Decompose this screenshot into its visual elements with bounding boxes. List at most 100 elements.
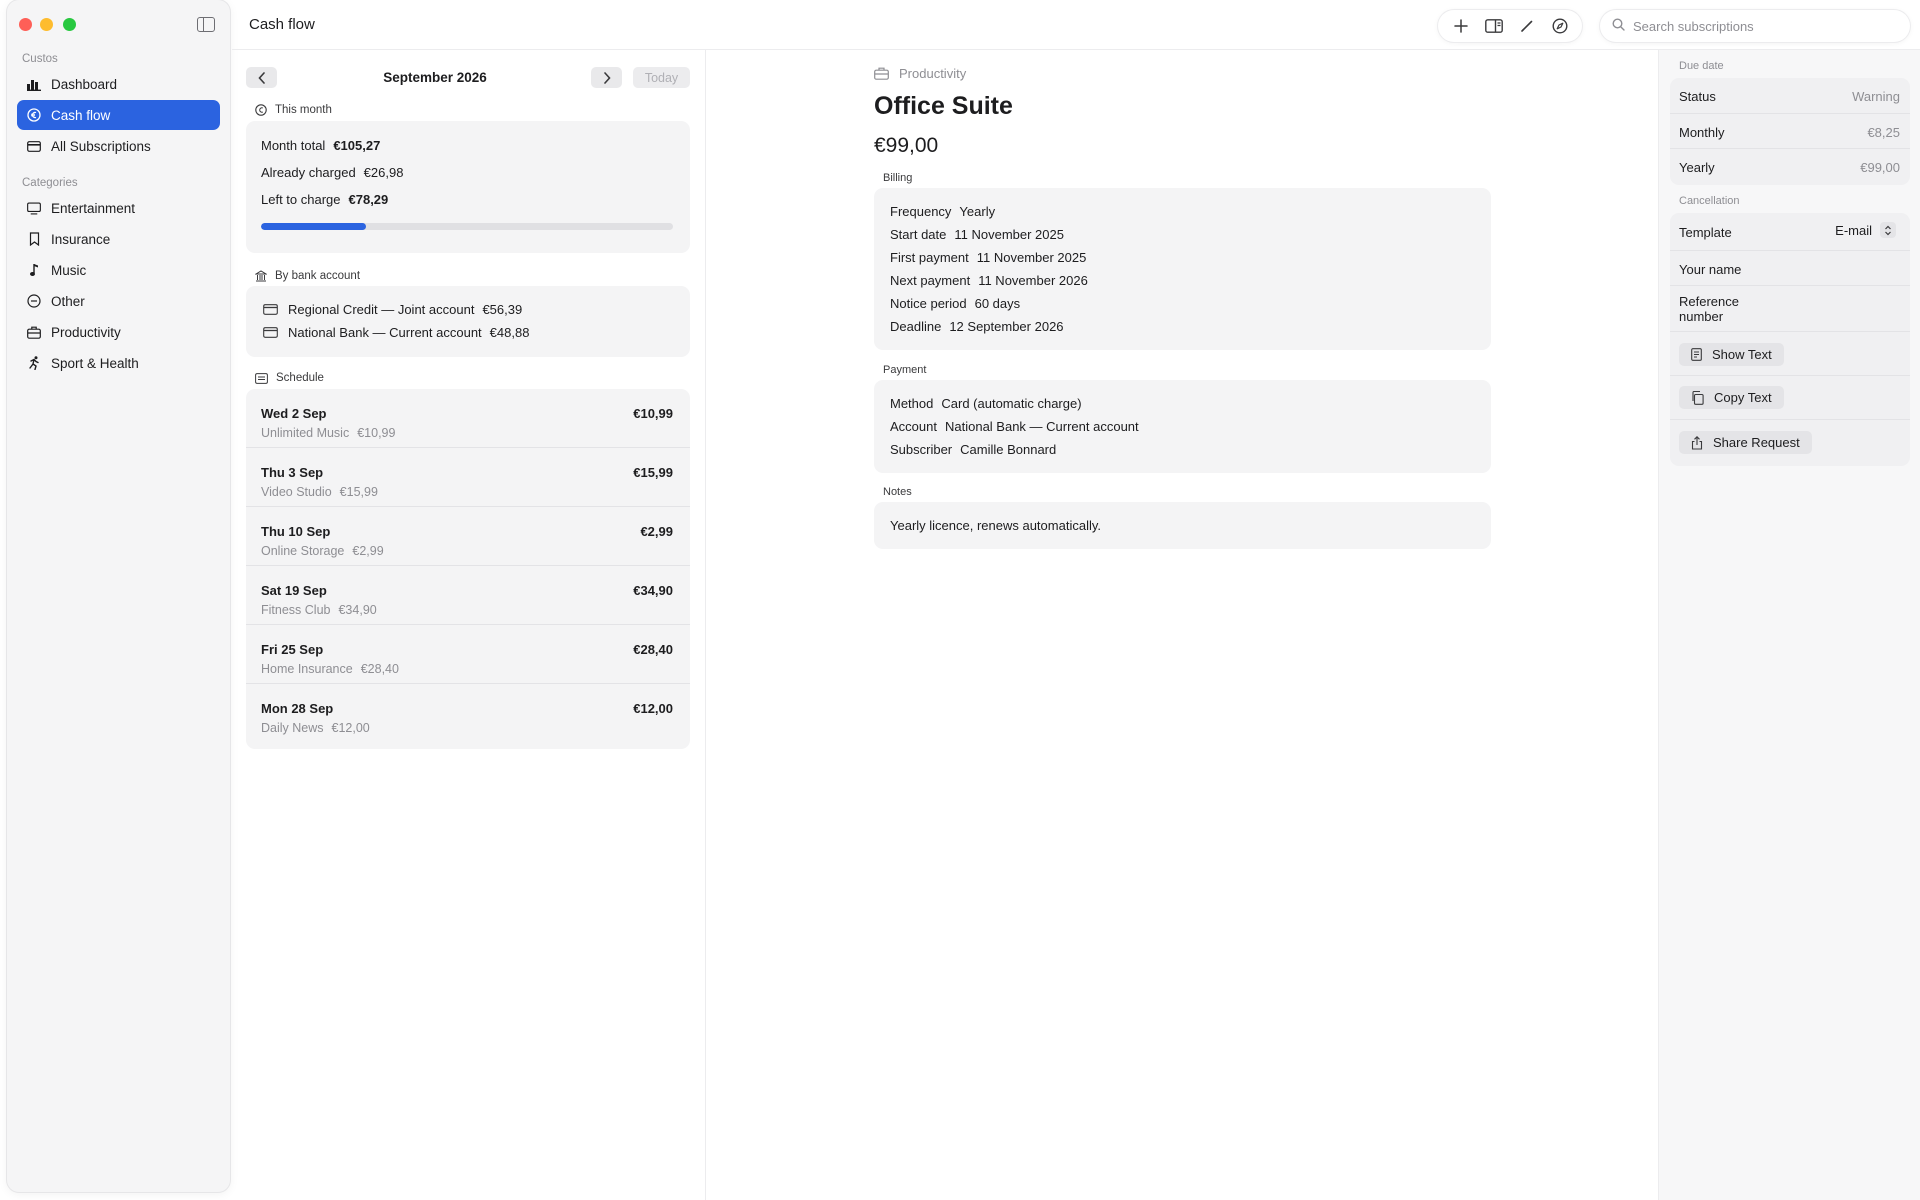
music-note-icon	[27, 263, 41, 277]
due-key: Yearly	[1679, 160, 1715, 175]
bookmark-icon	[27, 232, 41, 246]
notes-heading: Notes	[883, 486, 912, 498]
credit-card-icon	[27, 139, 41, 153]
bank-row[interactable]: National Bank — Current account €48,88	[263, 325, 529, 340]
share-request-button[interactable]: Share Request	[1679, 431, 1812, 454]
sidebar-item-label: Cash flow	[51, 107, 111, 123]
this-month-heading: This month	[255, 104, 332, 116]
minimize-window-button[interactable]	[40, 18, 53, 31]
schedule-row[interactable]: Mon 28 Sep €12,00 Daily News €12,00	[246, 684, 690, 743]
notes-card: Yearly licence, renews automatically.	[874, 502, 1491, 549]
credit-card-icon	[263, 304, 278, 315]
briefcase-icon	[27, 325, 41, 339]
sidebar-toggle-icon[interactable]	[197, 17, 215, 32]
left-to-charge-label: Left to charge	[261, 192, 341, 207]
month-label: September 2026	[383, 70, 487, 85]
sidebar-item-entertainment[interactable]: Entertainment	[17, 193, 220, 223]
billing-row: Next payment 11 November 2026	[890, 273, 1088, 288]
schedule-heading: Schedule	[255, 372, 324, 384]
inspector-toggle-icon[interactable]	[1482, 14, 1506, 38]
sidebar-item-label: Dashboard	[51, 76, 118, 92]
left-to-charge-row: Left to charge €78,29	[261, 192, 388, 207]
your-name-label: Your name	[1679, 262, 1742, 277]
sidebar-item-sport-health[interactable]: Sport & Health	[17, 348, 220, 378]
schedule-sub-name: Home Insurance	[261, 662, 353, 676]
schedule-sub-name: Daily News	[261, 721, 324, 735]
template-value: E-mail	[1835, 222, 1872, 238]
schedule-sub-name: Video Studio	[261, 485, 332, 499]
window-title: Cash flow	[249, 16, 315, 33]
schedule-row[interactable]: Wed 2 Sep €10,99 Unlimited Music €10,99	[246, 389, 690, 448]
detail-category: Productivity	[874, 66, 966, 81]
billing-value: 11 November 2025	[954, 227, 1064, 242]
schedule-date: Wed 2 Sep	[261, 406, 327, 421]
billing-key: Notice period	[890, 296, 967, 311]
schedule-row[interactable]: Thu 3 Sep €15,99 Video Studio €15,99	[246, 448, 690, 507]
due-row-status: Status Warning	[1670, 78, 1910, 114]
search-field[interactable]	[1600, 10, 1910, 42]
your-name-row[interactable]: Your name	[1670, 251, 1910, 286]
month-total-row: Month total €105,27	[261, 138, 380, 153]
schedule-amount: €34,90	[633, 583, 673, 598]
left-to-charge-value: €78,29	[348, 192, 389, 207]
previous-month-button[interactable]	[246, 67, 277, 88]
due-date-card: Status Warning Monthly €8,25 Yearly €99,…	[1670, 78, 1910, 185]
schedule-date: Mon 28 Sep	[261, 701, 334, 716]
search-icon	[1612, 18, 1625, 34]
search-input[interactable]	[1633, 18, 1893, 34]
billing-row: Notice period 60 days	[890, 296, 1020, 311]
schedule-row[interactable]: Thu 10 Sep €2,99 Online Storage €2,99	[246, 507, 690, 566]
compass-icon[interactable]	[1548, 14, 1572, 38]
schedule-card: Wed 2 Sep €10,99 Unlimited Music €10,99 T…	[246, 389, 690, 749]
today-button[interactable]: Today	[633, 67, 690, 88]
sidebar: Custos Dashboard Cash flow All Subscript…	[7, 0, 230, 1192]
sidebar-item-label: Insurance	[51, 231, 111, 247]
sidebar-section-categories: Categories	[22, 177, 78, 189]
schedule-date: Thu 10 Sep	[261, 524, 331, 539]
cancellation-card: Template E-mail Your name Reference numb…	[1670, 213, 1910, 466]
template-select[interactable]: E-mail	[1835, 222, 1896, 238]
next-month-button[interactable]	[591, 67, 622, 88]
payment-row: Account National Bank — Current account	[890, 419, 1139, 434]
schedule-detail: Online Storage €2,99	[261, 544, 384, 558]
close-window-button[interactable]	[19, 18, 32, 31]
template-label: Template	[1679, 225, 1732, 240]
sidebar-item-other[interactable]: Other	[17, 286, 220, 316]
sidebar-item-cash-flow[interactable]: Cash flow	[17, 100, 220, 130]
sidebar-item-label: Other	[51, 293, 85, 309]
already-charged-value: €26,98	[363, 165, 404, 180]
sidebar-item-productivity[interactable]: Productivity	[17, 317, 220, 347]
sidebar-item-music[interactable]: Music	[17, 255, 220, 285]
due-key: Monthly	[1679, 125, 1725, 140]
charged-progress-bar	[261, 223, 673, 230]
sidebar-item-label: Productivity	[51, 324, 121, 340]
bank-row[interactable]: Regional Credit — Joint account €56,39	[263, 302, 522, 317]
already-charged-label: Already charged	[261, 165, 356, 180]
schedule-detail: Video Studio €15,99	[261, 485, 378, 499]
section-label: Schedule	[276, 372, 324, 384]
detail-title: Office Suite	[874, 92, 1013, 120]
schedule-date: Sat 19 Sep	[261, 583, 327, 598]
billing-key: Start date	[890, 227, 947, 242]
payment-key: Subscriber	[890, 442, 953, 457]
show-text-label: Show Text	[1712, 347, 1772, 362]
sidebar-section-custos: Custos	[22, 53, 58, 65]
sidebar-item-dashboard[interactable]: Dashboard	[17, 69, 220, 99]
zoom-window-button[interactable]	[63, 18, 76, 31]
reference-number-row[interactable]: Reference number	[1670, 286, 1910, 332]
add-icon[interactable]	[1449, 14, 1473, 38]
schedule-row[interactable]: Sat 19 Sep €34,90 Fitness Club €34,90	[246, 566, 690, 625]
sidebar-item-all-subscriptions[interactable]: All Subscriptions	[17, 131, 220, 161]
sidebar-item-label: Music	[51, 262, 87, 278]
cancellation-heading: Cancellation	[1679, 195, 1740, 207]
detail-price: €99,00	[874, 134, 939, 157]
sidebar-item-insurance[interactable]: Insurance	[17, 224, 220, 254]
show-text-button[interactable]: Show Text	[1679, 343, 1784, 366]
copy-text-button[interactable]: Copy Text	[1679, 386, 1784, 409]
due-value: Warning	[1852, 89, 1900, 104]
payment-row: Method Card (automatic charge)	[890, 396, 1082, 411]
share-request-row: Share Request	[1670, 420, 1910, 466]
edit-pencil-icon[interactable]	[1515, 14, 1539, 38]
payment-key: Method	[890, 396, 934, 411]
schedule-row[interactable]: Fri 25 Sep €28,40 Home Insurance €28,40	[246, 625, 690, 684]
